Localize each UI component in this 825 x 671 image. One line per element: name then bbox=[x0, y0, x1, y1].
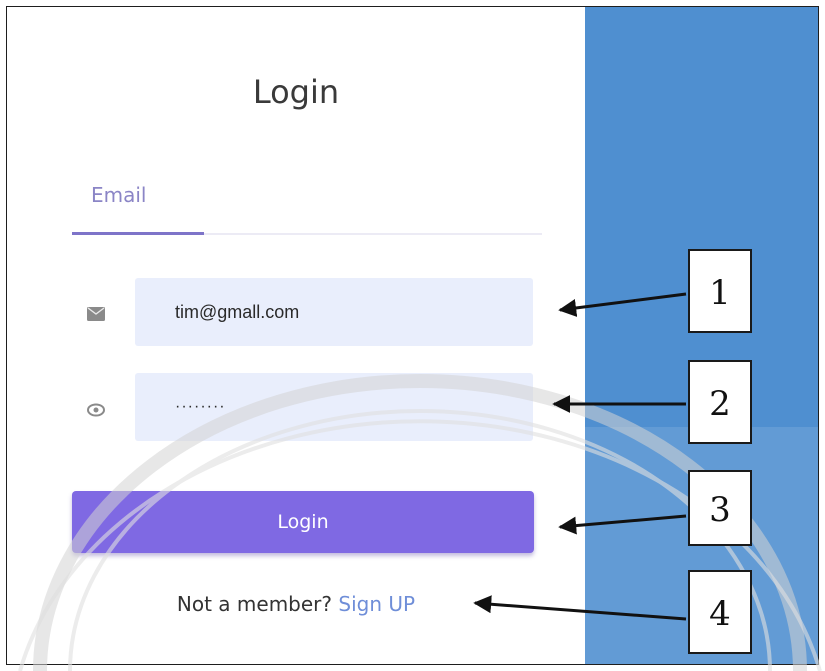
email-field[interactable]: tim@gmall.com bbox=[135, 278, 533, 346]
login-button[interactable]: Login bbox=[72, 491, 534, 553]
side-panel bbox=[585, 7, 818, 664]
password-field-value: ········ bbox=[175, 398, 226, 415]
email-field-value: tim@gmall.com bbox=[175, 302, 300, 322]
signup-prompt: Not a member? Sign UP bbox=[7, 592, 585, 616]
page-title: Login bbox=[252, 73, 340, 111]
callout-3: 3 bbox=[688, 470, 752, 546]
tab-active-indicator bbox=[72, 232, 204, 235]
signup-link[interactable]: Sign UP bbox=[338, 592, 415, 616]
envelope-icon bbox=[87, 307, 105, 321]
password-field[interactable]: ········ bbox=[135, 373, 533, 441]
tab-email[interactable]: Email bbox=[91, 183, 147, 207]
app-window: Login Email tim@gmall.com ········ Login… bbox=[6, 6, 819, 665]
callout-2: 2 bbox=[688, 360, 752, 444]
callout-1: 1 bbox=[688, 249, 752, 333]
signup-prompt-text: Not a member? bbox=[176, 592, 333, 616]
callout-4: 4 bbox=[688, 570, 752, 654]
eye-icon bbox=[87, 403, 105, 417]
